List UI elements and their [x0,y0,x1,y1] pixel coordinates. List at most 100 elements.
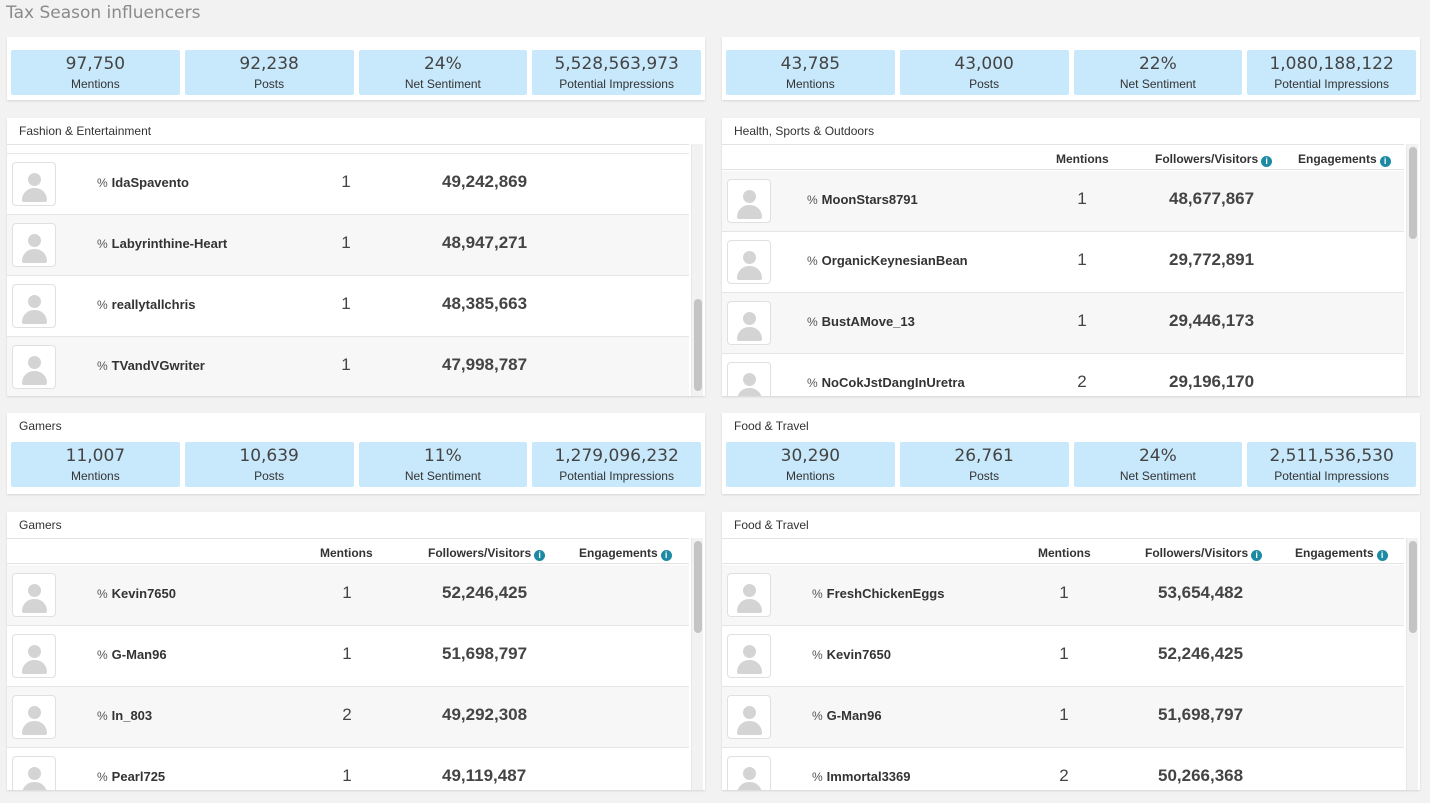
influencer-list[interactable]: % Kevin7650 1 52,246,425 % G-Man96 1 51,69… [7,565,689,790]
info-icon[interactable]: i [534,550,546,561]
scrollbar[interactable] [691,144,703,396]
summary-panel-top-left: 97,750 Mentions 92,238 Posts 24% Net Sentim… [7,37,705,100]
metric-mentions: 43,785 Mentions [726,50,895,95]
link-icon: % [97,298,108,312]
metric-net-sentiment: 22% Net Sentiment [1073,50,1243,95]
table-row[interactable]: % OrganicKeynesianBean 1 29,772,891 [722,232,1404,293]
column-followers: Followers/Visitors i [428,546,546,561]
influencer-link[interactable]: % G-Man96 [97,647,167,662]
avatar [12,162,56,206]
metric-potential-impressions: 1,279,096,232 Potential Impressions [532,442,701,487]
panel-title: Fashion & Entertainment [19,124,152,138]
influencer-link[interactable]: % BustAMove_13 [807,314,915,329]
followers-count: 51,698,797 [1158,705,1244,724]
info-icon[interactable]: i [1251,550,1263,561]
followers-count: 51,698,797 [442,644,528,663]
link-icon: % [812,709,823,723]
influencer-link[interactable]: % FreshChickenEggs [812,586,944,601]
table-row[interactable]: % BustAMove_13 1 29,446,173 [722,293,1404,354]
mentions-count: 2 [1077,372,1087,391]
metric-mentions: 11,007 Mentions [11,442,180,487]
mentions-count: 1 [1077,189,1087,208]
table-row[interactable]: % NoCokJstDangInUretra 2 29,196,170 [722,354,1404,396]
influencer-link[interactable]: % Immortal3369 [812,769,911,784]
influencer-link[interactable]: % In_803 [97,708,152,723]
mentions-count: 1 [342,644,352,663]
influencer-link[interactable]: % Kevin7650 [812,647,891,662]
scrollbar-thumb[interactable] [1409,541,1417,633]
scrollbar-thumb[interactable] [694,299,702,391]
influencer-list[interactable]: % MoonStars8791 1 48,677,867 % OrganicKeyn… [722,171,1404,396]
table-row[interactable]: % G-Man96 1 51,698,797 [722,687,1404,748]
mentions-count: 1 [1059,705,1069,724]
avatar [727,240,771,284]
column-mentions: Mentions [320,546,373,560]
table-row[interactable]: % Kevin7650 1 52,246,425 [7,565,689,626]
table-row[interactable]: % Pearl725 1 49,119,487 [7,748,689,790]
influencer-link[interactable]: % Kevin7650 [97,586,176,601]
avatar [727,179,771,223]
metric-potential-impressions: 1,080,188,122 Potential Impressions [1247,50,1416,95]
link-icon: % [97,176,108,190]
influencer-link[interactable]: % G-Man96 [812,708,882,723]
list-item-partial [7,145,689,154]
panel-title: Gamers [19,419,62,433]
mentions-count: 1 [341,172,351,191]
table-row[interactable]: % Immortal3369 2 50,266,368 [722,748,1404,790]
table-row[interactable]: % IdaSpavento 1 49,242,869 [7,154,689,215]
link-icon: % [97,587,108,601]
metric-mentions: 30,290 Mentions [726,442,895,487]
table-row[interactable]: % MoonStars8791 1 48,677,867 [722,171,1404,232]
gamers-summary-panel: Gamers 11,007 Mentions 10,639 Posts 11% Net… [7,413,705,494]
influencer-link[interactable]: % NoCokJstDangInUretra [807,375,965,390]
influencer-link[interactable]: % reallytallchris [97,297,196,312]
influencer-link[interactable]: % Pearl725 [97,769,165,784]
metric-posts: 26,761 Posts [899,442,1069,487]
panel-title: Health, Sports & Outdoors [734,124,875,138]
table-row[interactable]: % reallytallchris 1 48,385,663 [7,276,689,337]
column-followers: Followers/Visitors i [1155,152,1273,167]
column-followers: Followers/Visitors i [1145,546,1263,561]
info-icon[interactable]: i [1261,156,1273,167]
link-icon: % [807,376,818,390]
influencer-list[interactable]: % FreshChickenEggs 1 53,654,482 % Kevin765… [722,565,1404,790]
page-title: Tax Season influencers [6,3,201,23]
influencer-link[interactable]: % OrganicKeynesianBean [807,253,968,268]
avatar [727,756,771,790]
followers-count: 49,119,487 [442,766,527,785]
influencer-link[interactable]: % TVandVGwriter [97,358,205,373]
table-row[interactable]: % FreshChickenEggs 1 53,654,482 [722,565,1404,626]
info-icon[interactable]: i [1376,550,1388,561]
scrollbar-thumb[interactable] [1409,147,1417,239]
link-icon: % [807,254,818,268]
fashion-entertainment-panel: Fashion & Entertainment % IdaSpavento 1 4… [7,118,705,396]
health-sports-panel: Health, Sports & Outdoors Mentions Follo… [722,118,1420,396]
link-icon: % [812,587,823,601]
table-row[interactable]: % Labyrinthine-Heart 1 48,947,271 [7,215,689,276]
avatar [12,695,56,739]
influencer-link[interactable]: % Labyrinthine-Heart [97,236,227,251]
mentions-count: 1 [341,355,351,374]
scrollbar[interactable] [1406,144,1418,396]
followers-count: 49,292,308 [442,705,528,724]
mentions-count: 1 [1077,250,1087,269]
info-icon[interactable]: i [660,550,672,561]
influencer-link[interactable]: % IdaSpavento [97,175,189,190]
avatar [12,634,56,678]
scrollbar-thumb[interactable] [694,541,702,633]
influencer-link[interactable]: % MoonStars8791 [807,192,918,207]
table-row[interactable]: % G-Man96 1 51,698,797 [7,626,689,687]
column-mentions: Mentions [1056,152,1109,166]
influencer-list[interactable]: % IdaSpavento 1 49,242,869 % Labyrinthine-… [7,144,689,396]
table-row[interactable]: % Kevin7650 1 52,246,425 [722,626,1404,687]
mentions-count: 1 [342,766,352,785]
info-icon[interactable]: i [1379,156,1391,167]
metric-net-sentiment: 24% Net Sentiment [1073,442,1243,487]
followers-count: 52,246,425 [1158,644,1244,663]
table-row[interactable]: % TVandVGwriter 1 47,998,787 [7,337,689,396]
scrollbar[interactable] [691,538,703,790]
food-travel-table-panel: Food & Travel Mentions Followers/Visitor… [722,512,1420,790]
scrollbar[interactable] [1406,538,1418,790]
mentions-count: 2 [342,705,352,724]
table-row[interactable]: % In_803 2 49,292,308 [7,687,689,748]
